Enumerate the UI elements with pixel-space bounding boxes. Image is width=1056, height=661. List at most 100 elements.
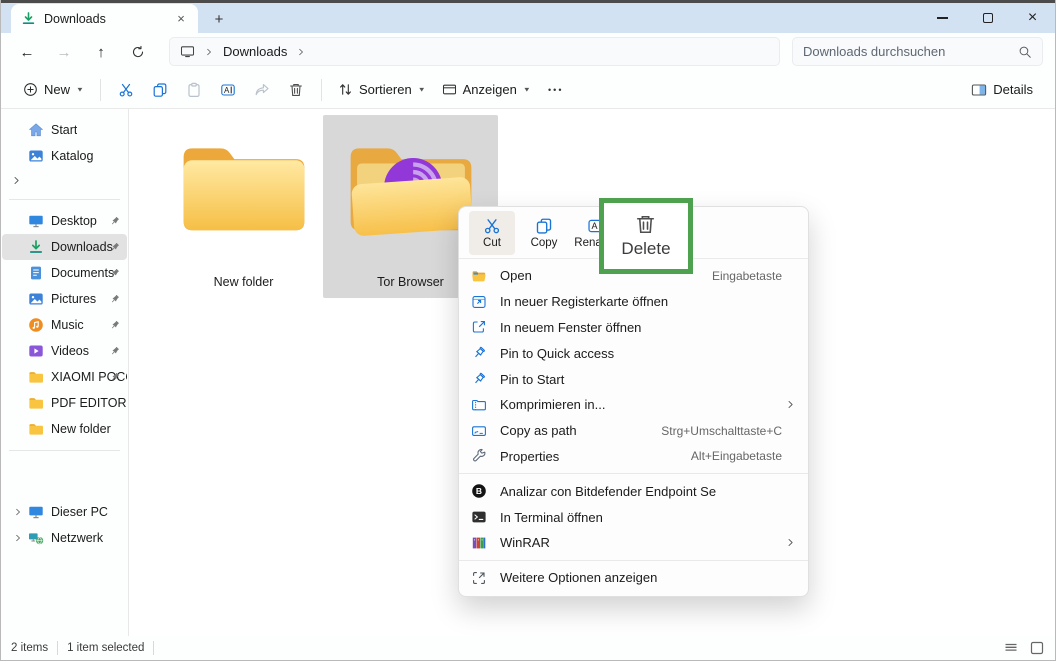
- new-button[interactable]: New ▼: [15, 75, 92, 105]
- pin-icon: [471, 371, 487, 387]
- up-button[interactable]: ↑: [87, 38, 115, 66]
- pin-icon: [109, 293, 121, 305]
- music-icon: [28, 317, 44, 333]
- menu-item-pin-to-start[interactable]: Pin to Start: [459, 366, 808, 392]
- minimize-button[interactable]: [920, 3, 965, 33]
- sidebar-item-music[interactable]: Music: [2, 312, 127, 338]
- sort-button[interactable]: Sortieren ▼: [330, 75, 434, 105]
- menu-item-pin-quick-access[interactable]: Pin to Quick access: [459, 340, 808, 366]
- view-button[interactable]: Anzeigen ▼: [434, 75, 539, 105]
- window-top-edge: [1, 0, 1055, 3]
- network-icon: [28, 530, 44, 546]
- sidebar-item-new-folder[interactable]: New folder: [2, 416, 127, 442]
- breadcrumb-chevron-icon: [204, 47, 214, 57]
- pin-icon: [471, 345, 487, 361]
- menu-item-properties[interactable]: Properties Alt+Eingabetaste: [459, 444, 808, 470]
- tab-close-icon[interactable]: ×: [172, 10, 190, 28]
- context-delete-button[interactable]: Delete: [621, 213, 671, 259]
- file-name: Tor Browser: [377, 275, 444, 289]
- sidebar-item-downloads[interactable]: Downloads: [2, 234, 127, 260]
- sidebar-item-desktop[interactable]: Desktop: [2, 208, 127, 234]
- titlebar: Downloads × + ×: [1, 0, 1055, 33]
- pin-icon: [109, 319, 121, 331]
- chevron-right-icon[interactable]: [8, 533, 28, 543]
- home-icon: [28, 122, 44, 138]
- context-cut-button[interactable]: Cut: [469, 210, 515, 255]
- folder-icon: [28, 369, 44, 385]
- open-folder-icon: [471, 268, 487, 284]
- address-bar[interactable]: Downloads: [169, 37, 780, 66]
- menu-item-copy-as-path[interactable]: Copy as path Strg+Umschalttaste+C: [459, 418, 808, 444]
- list-view-icon[interactable]: [1003, 640, 1019, 656]
- pin-icon: [109, 215, 121, 227]
- details-pane-button[interactable]: Details: [963, 75, 1041, 105]
- pin-icon: [109, 267, 121, 279]
- share-button[interactable]: [245, 75, 279, 105]
- status-divider: [153, 641, 155, 655]
- refresh-icon: [131, 45, 145, 59]
- menu-item-winrar[interactable]: WinRAR: [459, 530, 808, 556]
- sidebar-item-documents[interactable]: Documents: [2, 260, 127, 286]
- tab-downloads[interactable]: Downloads ×: [11, 4, 198, 33]
- context-menu-items: Open Eingabetaste In neuer Registerkarte…: [459, 259, 808, 591]
- menu-separator: [459, 559, 808, 561]
- search-input[interactable]: [803, 44, 1018, 59]
- copy-icon: [152, 82, 168, 98]
- menu-item-open-new-window[interactable]: In neuem Fenster öffnen: [459, 315, 808, 341]
- chevron-right-icon[interactable]: [8, 507, 28, 517]
- menu-item-open-terminal[interactable]: In Terminal öffnen: [459, 504, 808, 530]
- status-view-toggles: [1003, 640, 1045, 656]
- navigation-bar: ← → ↑ Downloads: [1, 33, 1055, 71]
- toolbar-divider: [320, 78, 322, 101]
- refresh-button[interactable]: [124, 38, 152, 66]
- more-options-button[interactable]: •••: [539, 75, 573, 105]
- pc-icon: [28, 504, 44, 520]
- new-tab-button[interactable]: +: [208, 8, 230, 30]
- copy-icon: [535, 217, 553, 235]
- sidebar-item-pictures[interactable]: Pictures: [2, 286, 127, 312]
- close-button[interactable]: ×: [1010, 3, 1055, 33]
- more-options-icon: [471, 570, 487, 586]
- sidebar-item-netzwerk[interactable]: Netzwerk: [2, 525, 127, 551]
- plus-circle-icon: [23, 82, 38, 97]
- chevron-down-icon: ▼: [76, 85, 84, 94]
- sidebar-item-dieser-pc[interactable]: Dieser PC: [2, 499, 127, 525]
- menu-separator: [459, 473, 808, 475]
- forward-button[interactable]: →: [50, 38, 78, 66]
- content-area: Start Katalog Desktop Downloads Document…: [1, 109, 1055, 637]
- download-tab-icon: [21, 11, 36, 26]
- sidebar-item-xiaomi-poco[interactable]: XIAOMI POCO F: [2, 364, 127, 390]
- delete-annotation-box: Delete: [599, 198, 693, 274]
- sort-arrows-icon: [338, 82, 353, 97]
- close-icon: ×: [1027, 9, 1038, 26]
- breadcrumb[interactable]: Downloads: [223, 44, 287, 59]
- rename-icon: [220, 82, 236, 98]
- pin-icon: [109, 241, 121, 253]
- sidebar-item-katalog[interactable]: Katalog: [2, 143, 127, 169]
- cut-button[interactable]: [109, 75, 143, 105]
- sidebar-expand-chevron[interactable]: [1, 169, 128, 191]
- file-tile-new-folder[interactable]: New folder: [156, 115, 331, 298]
- status-bar: 2 items 1 item selected: [1, 636, 1055, 660]
- menu-item-bitdefender-scan[interactable]: Analizar con Bitdefender Endpoint Se: [459, 478, 808, 504]
- thumbnail-view-icon[interactable]: [1029, 640, 1045, 656]
- sidebar-item-pdf-editor[interactable]: PDF EDITOR: [2, 390, 127, 416]
- chevron-down-icon: ▼: [417, 85, 426, 94]
- delete-button[interactable]: [279, 75, 313, 105]
- sidebar-item-videos[interactable]: Videos: [2, 338, 127, 364]
- maximize-button[interactable]: [965, 3, 1010, 33]
- back-button[interactable]: ←: [13, 38, 41, 66]
- breadcrumb-chevron-icon[interactable]: [296, 47, 306, 57]
- sidebar-item-start[interactable]: Start: [2, 117, 127, 143]
- folder-icon: [28, 421, 44, 437]
- paste-button[interactable]: [177, 75, 211, 105]
- sidebar: Start Katalog Desktop Downloads Document…: [1, 109, 129, 637]
- context-copy-button[interactable]: Copy: [521, 211, 567, 255]
- chevron-right-icon: [11, 175, 22, 186]
- copy-button[interactable]: [143, 75, 177, 105]
- menu-item-open-new-tab[interactable]: In neuer Registerkarte öffnen: [459, 289, 808, 315]
- menu-item-komprimieren[interactable]: Komprimieren in...: [459, 392, 808, 418]
- rename-button[interactable]: [211, 75, 245, 105]
- copy-path-icon: [471, 423, 487, 439]
- menu-item-show-more-options[interactable]: Weitere Optionen anzeigen: [459, 565, 808, 591]
